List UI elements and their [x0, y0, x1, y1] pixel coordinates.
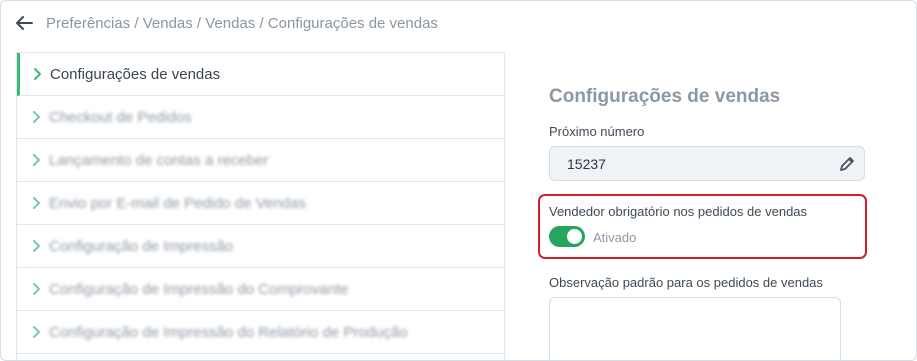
menu-item-configuracoes-de-vendas[interactable]: Configurações de vendas: [17, 53, 504, 96]
next-number-field: 15237: [549, 146, 865, 181]
settings-window: Preferências / Vendas / Vendas / Configu…: [0, 0, 917, 361]
menu-item-label: Lançamento de contas a receber: [49, 151, 269, 169]
menu-item-lancamento-contas-receber[interactable]: Lançamento de contas a receber: [17, 139, 504, 182]
menu-item-label: Envio por E-mail de Pedido de Vendas: [49, 194, 306, 212]
chevron-right-icon: [33, 240, 40, 252]
next-number-label: Próximo número: [549, 124, 645, 139]
breadcrumb: Preferências / Vendas / Vendas / Configu…: [46, 15, 438, 32]
chevron-right-icon: [34, 68, 41, 80]
next-number-value: 15237: [567, 155, 606, 172]
menu-item-label: Configuração de Impressão do Relatório d…: [49, 323, 408, 341]
chevron-right-icon: [33, 111, 40, 123]
settings-menu: Configurações de vendas Checkout de Pedi…: [16, 52, 505, 360]
menu-item-label: Configuração de Impressão: [49, 237, 234, 255]
chevron-right-icon: [33, 283, 40, 295]
menu-item-label: Configuração de Impressão do Comprovante: [49, 280, 349, 298]
toggle-knob: [567, 229, 582, 244]
menu-item-impressao-comprovante[interactable]: Configuração de Impressão do Comprovante: [17, 268, 504, 311]
seller-required-state: Ativado: [593, 230, 637, 245]
menu-item-label: Configurações de vendas: [50, 65, 221, 83]
arrow-left-icon[interactable]: [12, 11, 36, 35]
menu-item-impressao-relatorio-producao[interactable]: Configuração de Impressão do Relatório d…: [17, 311, 504, 354]
menu-item-envio-email-pedido[interactable]: Envio por E-mail de Pedido de Vendas: [17, 182, 504, 225]
menu-item-checkout-de-pedidos[interactable]: Checkout de Pedidos: [17, 96, 504, 139]
menu-item-configuracao-impressao[interactable]: Configuração de Impressão: [17, 225, 504, 268]
chevron-right-icon: [33, 197, 40, 209]
default-note-label: Observação padrão para os pedidos de ven…: [549, 275, 823, 290]
chevron-right-icon: [33, 154, 40, 166]
seller-required-toggle[interactable]: [549, 226, 585, 247]
section-title: Configurações de vendas: [549, 86, 781, 107]
pencil-icon[interactable]: [838, 155, 856, 173]
default-note-textarea[interactable]: [549, 297, 841, 360]
menu-item-label: Checkout de Pedidos: [49, 108, 192, 126]
seller-required-label: Vendedor obrigatório nos pedidos de vend…: [549, 204, 808, 219]
chevron-right-icon: [33, 326, 40, 338]
